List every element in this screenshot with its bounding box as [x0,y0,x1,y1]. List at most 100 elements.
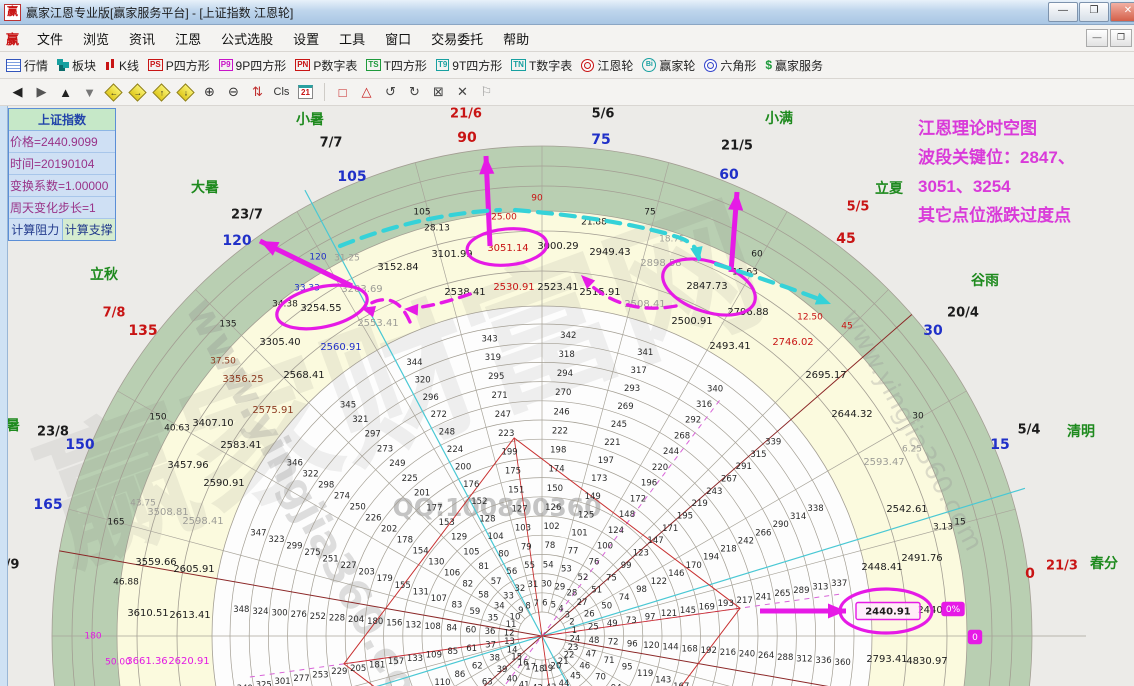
left-panel-strip[interactable] [0,106,8,686]
mdi-window-button[interactable]: ❐ [1110,29,1132,47]
svg-text:0: 0 [1025,566,1035,582]
svg-text:300: 300 [271,609,287,619]
box-x-icon[interactable]: ⊠ [427,82,450,103]
svg-text:130: 130 [428,558,444,568]
svg-text:318: 318 [559,350,575,360]
calc-support-button[interactable]: 计算支撑 [63,219,116,240]
svg-text:344: 344 [406,358,422,368]
menu-资讯[interactable]: 资讯 [119,29,165,50]
svg-text:2523.41: 2523.41 [537,282,578,293]
cross-arrows-icon[interactable]: ✕ [451,82,474,103]
svg-text:33: 33 [503,592,514,602]
pan-down-icon[interactable]: ↓ [174,82,197,103]
toolbar-label: P数字表 [313,57,357,74]
svg-text:26: 26 [584,609,595,619]
svg-text:2605.91: 2605.91 [173,564,214,575]
svg-text:293: 293 [624,384,640,394]
toolbar-9t-square-icon[interactable]: T99T四方形 [436,57,502,74]
toolbar-p-square-icon[interactable]: PSP四方形 [148,57,210,74]
svg-text:227: 227 [340,561,356,571]
svg-text:110: 110 [434,678,450,686]
menu-公式选股[interactable]: 公式选股 [211,29,283,50]
svg-text:34: 34 [494,602,505,612]
menu-帮助[interactable]: 帮助 [493,29,539,50]
rotate-cw-icon[interactable]: ↻ [403,82,426,103]
svg-text:6.25: 6.25 [902,445,922,455]
svg-text:56: 56 [506,567,517,577]
winner-wheel-icon: Bi [642,58,656,72]
svg-text:157: 157 [388,657,404,667]
svg-text:4: 4 [558,604,563,614]
menu-江恩[interactable]: 江恩 [165,29,211,50]
toolbar-candlestick-icon[interactable]: K线 [105,57,139,74]
svg-text:179: 179 [377,574,393,584]
svg-text:120: 120 [643,641,659,651]
updown-arrows-icon[interactable]: ⇅ [246,82,269,103]
triangle-tool-icon[interactable]: △ [355,82,378,103]
back-icon[interactable]: ◀ [6,82,29,103]
svg-text:2: 2 [569,618,574,628]
menu-窗口[interactable]: 窗口 [375,29,421,50]
svg-text:277: 277 [293,674,309,684]
menu-交易委托[interactable]: 交易委托 [421,29,493,50]
pan-left-icon[interactable]: ← [102,82,125,103]
toolbar-blocks-icon[interactable]: 板块 [57,57,96,74]
flag-tool-icon[interactable]: ⚐ [475,82,498,103]
svg-text:229: 229 [331,667,347,677]
close-button[interactable]: ✕ [1110,2,1134,22]
svg-text:168: 168 [682,644,698,654]
cls-button[interactable]: Cls [270,82,293,103]
mdi-window-button[interactable]: — [1086,29,1108,47]
toolbar-quotes-grid-icon[interactable]: 行情 [6,57,48,74]
toolbar-p-table-icon[interactable]: PNP数字表 [295,57,357,74]
svg-text:3559.66: 3559.66 [135,557,176,568]
minimize-button[interactable]: — [1048,2,1078,22]
square-tool-icon[interactable]: □ [331,82,354,103]
svg-text:123: 123 [633,549,649,559]
forward-icon[interactable]: ▶ [30,82,53,103]
svg-text:135: 135 [219,320,236,330]
pan-up-icon[interactable]: ↑ [150,82,173,103]
svg-text:291: 291 [736,462,752,472]
zoom-in-icon[interactable]: ⊕ [198,82,221,103]
title-bar[interactable]: 赢 赢家江恩专业版[赢家服务平台] - [上证指数 江恩轮] — ❐ ✕ [0,0,1134,25]
pan-right-icon[interactable]: → [126,82,149,103]
svg-text:120: 120 [309,253,326,263]
svg-text:250: 250 [350,502,366,512]
rotate-ccw-icon[interactable]: ↺ [379,82,402,103]
svg-text:146: 146 [668,569,684,579]
svg-text:177: 177 [426,503,442,513]
toolbar-9p-square-icon[interactable]: P99P四方形 [219,57,286,74]
svg-text:241: 241 [755,592,771,602]
zoom-out-icon[interactable]: ⊖ [222,82,245,103]
svg-text:86: 86 [454,670,465,680]
toolbar-t-square-icon[interactable]: TST四方形 [366,57,427,74]
svg-text:24: 24 [569,634,580,644]
svg-text:75: 75 [644,208,655,218]
svg-text:165: 165 [107,518,124,528]
calc-resistance-button[interactable]: 计算阻力 [9,219,63,240]
svg-text:322: 322 [302,469,318,479]
toolbar-service-icon[interactable]: $赢家服务 [765,57,823,74]
maximize-button[interactable]: ❐ [1079,2,1109,22]
svg-text:105: 105 [463,547,479,557]
toolbar-t-table-icon[interactable]: TNT数字表 [511,57,572,74]
up-pointer-icon[interactable]: ▲ [54,82,77,103]
toolbar-hexagon-icon[interactable]: 六角形 [704,57,756,74]
9t-square-icon: T9 [436,59,449,71]
calendar-icon[interactable]: 21 [294,82,317,103]
menu-设置[interactable]: 设置 [283,29,329,50]
index-name: 上证指数 [9,109,115,131]
menu-工具[interactable]: 工具 [329,29,375,50]
down-pointer-icon[interactable]: ▼ [78,82,101,103]
svg-text:2500.91: 2500.91 [671,316,712,327]
menu-浏览[interactable]: 浏览 [73,29,119,50]
svg-text:3305.40: 3305.40 [259,337,300,348]
toolbar-gann-wheel-icon[interactable]: 江恩轮 [581,57,633,74]
svg-text:90: 90 [531,194,543,204]
svg-text:71: 71 [604,656,615,666]
svg-text:46: 46 [579,661,590,671]
menu-文件[interactable]: 文件 [27,29,73,50]
toolbar-winner-wheel-icon[interactable]: Bi赢家轮 [642,57,695,74]
svg-text:48: 48 [589,636,600,646]
